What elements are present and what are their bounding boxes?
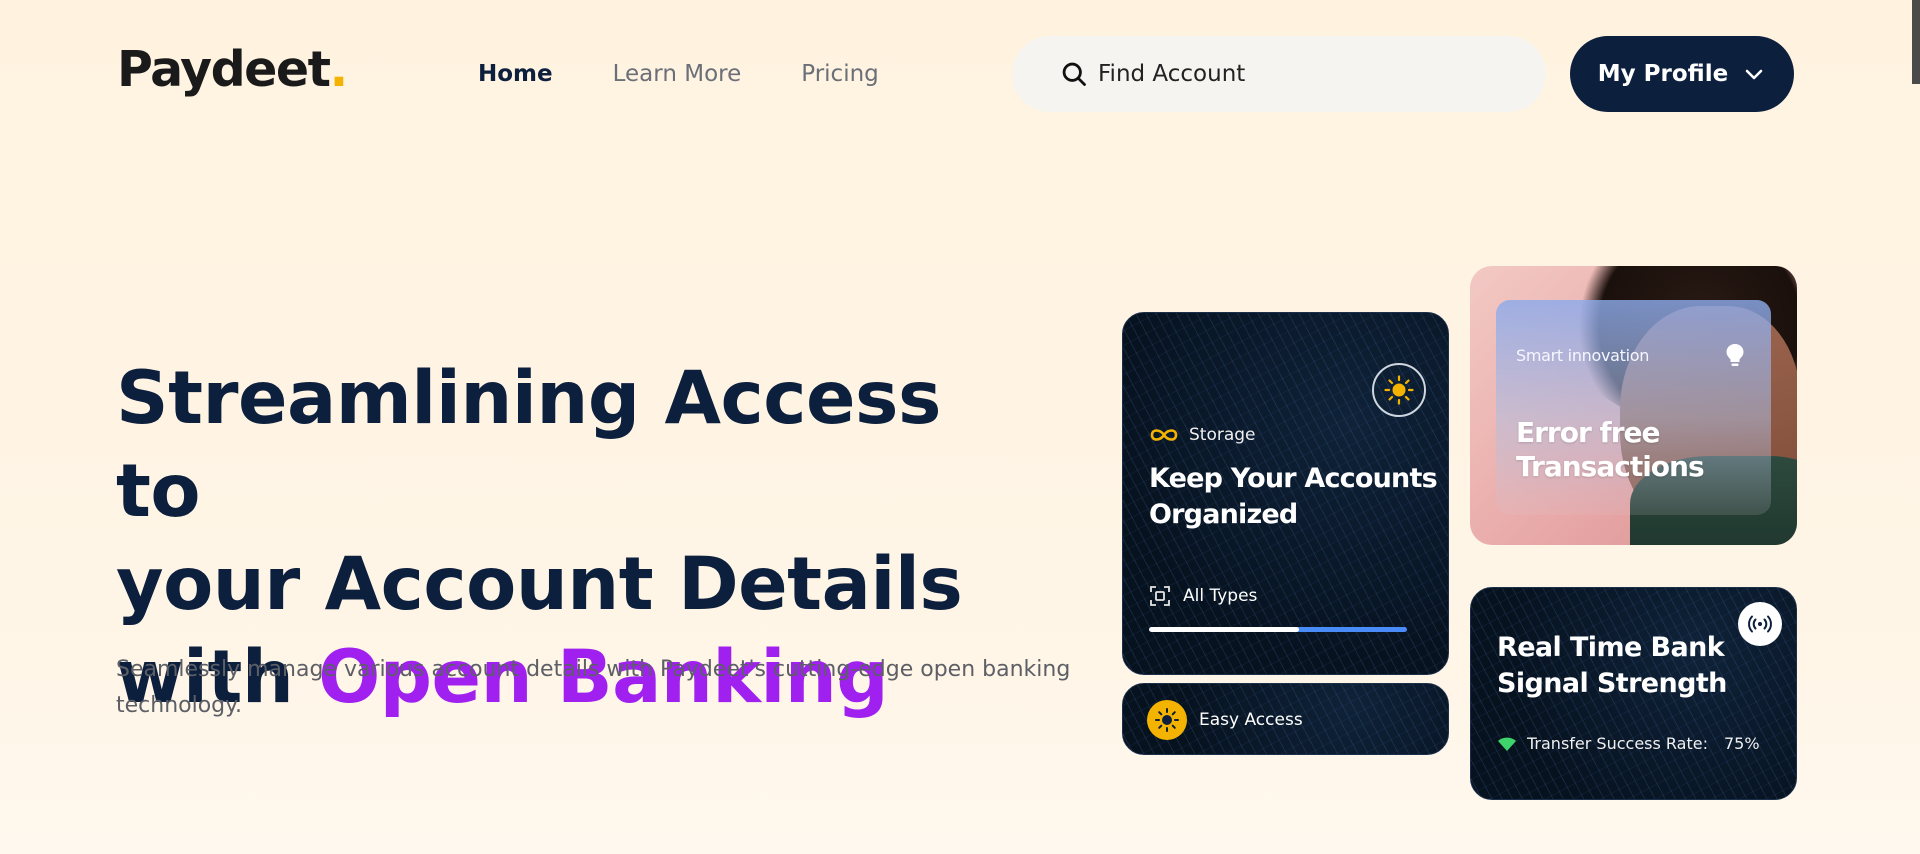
chevron-down-icon: [1745, 69, 1763, 80]
sun-icon: [1384, 375, 1414, 405]
main-nav: Home Learn More Pricing: [478, 58, 879, 90]
easy-access-badge: [1147, 700, 1187, 740]
hero-subtitle: Seamlessly manage various account detail…: [116, 657, 1071, 718]
storage-tag: Storage: [1149, 425, 1256, 445]
transfer-rate-row: Transfer Success Rate: 75%: [1497, 734, 1760, 753]
smart-innovation-card: Smart innovation Error free Transactions: [1470, 266, 1797, 545]
all-types-label: All Types: [1183, 586, 1258, 606]
smart-innovation-tag: Smart innovation: [1516, 346, 1650, 365]
scan-icon: [1150, 586, 1170, 606]
sun-badge: [1372, 363, 1426, 417]
hero-title-line2: your Account Details: [116, 542, 963, 627]
all-types-row: All Types: [1149, 585, 1257, 607]
easy-access-row: Easy Access: [1147, 700, 1303, 740]
storage-card: Storage Keep Your Accounts Organized All…: [1122, 312, 1449, 675]
brand-logo[interactable]: Paydeet.: [117, 40, 349, 100]
storage-card-title: Keep Your Accounts Organized: [1149, 463, 1438, 530]
nav-item-learn-more[interactable]: Learn More: [613, 58, 742, 90]
storage-progress-bar: [1149, 627, 1407, 632]
brand-dot: .: [329, 41, 349, 98]
search-icon: [1062, 62, 1086, 86]
sun-icon: [1155, 708, 1179, 732]
transfer-rate-label: Transfer Success Rate:: [1527, 734, 1708, 753]
storage-progress-fill: [1149, 627, 1299, 632]
storage-tag-label: Storage: [1189, 425, 1256, 445]
infinity-icon: [1150, 429, 1178, 441]
my-profile-button[interactable]: My Profile: [1570, 36, 1794, 112]
transfer-rate-value: 75%: [1724, 734, 1760, 753]
search-input[interactable]: [1098, 61, 1498, 87]
easy-access-card[interactable]: Easy Access: [1122, 683, 1449, 755]
profile-label: My Profile: [1597, 61, 1729, 87]
signal-strength-card: Real Time Bank Signal Strength Transfer …: [1470, 587, 1797, 800]
hero-title-line1: Streamlining Access to: [116, 356, 941, 534]
error-free-title: Error free Transactions: [1516, 416, 1705, 483]
nav-item-pricing[interactable]: Pricing: [801, 58, 879, 90]
brand-name: Paydeet: [117, 41, 331, 98]
page-scrollbar[interactable]: [1912, 0, 1920, 84]
nav-item-home[interactable]: Home: [478, 58, 553, 90]
signal-card-title: Real Time Bank Signal Strength: [1497, 632, 1727, 699]
lightbulb-icon: [1726, 344, 1744, 366]
search-bar[interactable]: [1012, 36, 1546, 112]
easy-access-label: Easy Access: [1199, 710, 1303, 730]
wifi-icon: [1498, 737, 1516, 751]
